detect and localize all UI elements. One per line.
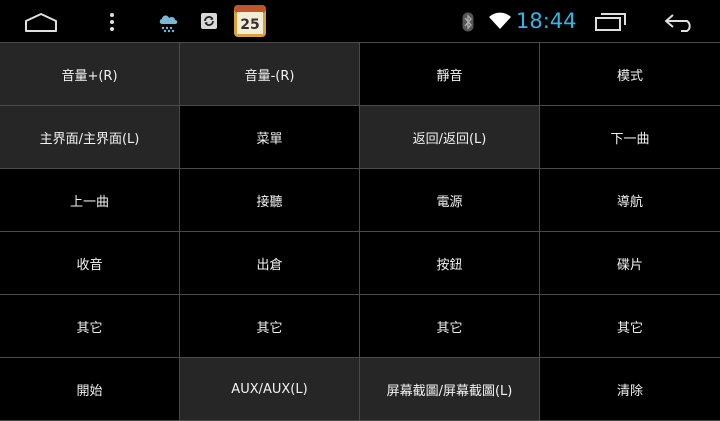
status-clock: 18:44: [516, 9, 577, 33]
back-icon[interactable]: [662, 10, 698, 34]
other-button-1[interactable]: 其它: [0, 295, 180, 358]
radio-button[interactable]: 收音: [0, 232, 180, 295]
aux-button[interactable]: AUX/AUX(L): [180, 358, 360, 421]
disc-button[interactable]: 碟片: [540, 232, 720, 295]
return-button[interactable]: 返回/返回(L): [360, 106, 540, 169]
power-button[interactable]: 電源: [360, 169, 540, 232]
navigation-button[interactable]: 導航: [540, 169, 720, 232]
weather-cloud-icon: [156, 10, 180, 34]
screenshot-button[interactable]: 屏幕截圖/屏幕截圖(L): [360, 358, 540, 421]
menu-button[interactable]: 菜單: [180, 106, 360, 169]
recent-apps-icon[interactable]: [594, 11, 628, 33]
overflow-menu-icon[interactable]: [104, 10, 120, 34]
other-button-4[interactable]: 其它: [540, 295, 720, 358]
status-bar: 25 18:44: [0, 0, 720, 42]
sync-icon: [198, 10, 220, 32]
clear-button[interactable]: 清除: [540, 358, 720, 421]
screen: 25 18:44 音量+(R) 音量-(R) 靜音 模式 主界面/主界面(L) …: [0, 0, 720, 421]
previous-track-button[interactable]: 上一曲: [0, 169, 180, 232]
volume-up-button[interactable]: 音量+(R): [0, 43, 180, 106]
calendar-day: 25: [240, 17, 259, 33]
mode-button[interactable]: 模式: [540, 43, 720, 106]
other-button-2[interactable]: 其它: [180, 295, 360, 358]
other-button-3[interactable]: 其它: [360, 295, 540, 358]
wifi-icon: [488, 11, 512, 31]
eject-button[interactable]: 出倉: [180, 232, 360, 295]
next-track-button[interactable]: 下一曲: [540, 106, 720, 169]
calendar-icon: 25: [233, 4, 267, 38]
bluetooth-icon: [461, 11, 475, 33]
home-icon[interactable]: [22, 10, 60, 34]
mute-button[interactable]: 靜音: [360, 43, 540, 106]
key-learning-grid: 音量+(R) 音量-(R) 靜音 模式 主界面/主界面(L) 菜單 返回/返回(…: [0, 42, 720, 421]
home-screen-button[interactable]: 主界面/主界面(L): [0, 106, 180, 169]
start-button[interactable]: 開始: [0, 358, 180, 421]
volume-down-button[interactable]: 音量-(R): [180, 43, 360, 106]
key-button[interactable]: 按鈕: [360, 232, 540, 295]
answer-call-button[interactable]: 接聽: [180, 169, 360, 232]
